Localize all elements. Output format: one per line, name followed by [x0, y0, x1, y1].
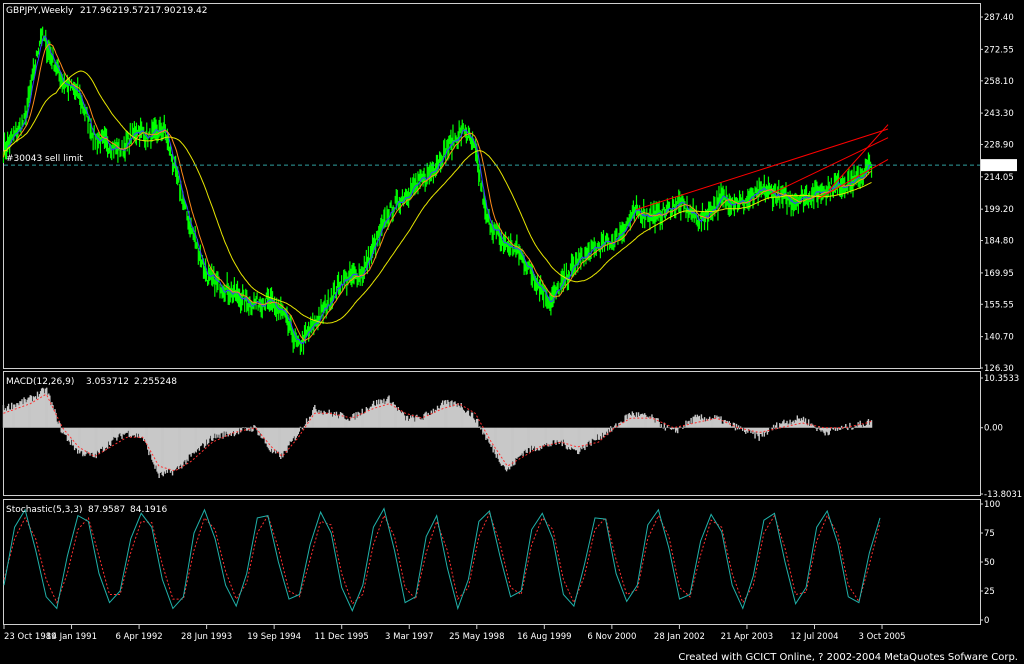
macd-series-layer: [2, 387, 873, 479]
stochastic-axis-label: 75: [984, 529, 995, 539]
time-axis-label: 3 Mar 1997: [385, 632, 433, 642]
stochastic-axis-label: 50: [984, 558, 995, 568]
stochastic-series-layer: [3, 507, 881, 612]
ma-mid-line: [3, 43, 872, 341]
stochastic-panel-title: Stochastic(5,3,3): [6, 505, 83, 515]
time-axis-label: 28 Jun 1993: [181, 632, 232, 642]
ma-slow-line: [3, 70, 872, 324]
time-axis-label: 25 May 1998: [449, 632, 504, 642]
footer-credit: Created with GCICT Online, ? 2002-2004 M…: [678, 652, 1018, 663]
macd-axis-label: -13.8031: [984, 490, 1022, 500]
price-axis-label: 169.95: [984, 269, 1014, 279]
price-axis-label: 214.05: [984, 173, 1014, 183]
time-axis-label: 16 Aug 1999: [517, 632, 571, 642]
stochastic-main-line: [3, 507, 881, 612]
stochastic-panel-frame: [3, 499, 981, 625]
time-axis-label: 11 Dec 1995: [315, 632, 369, 642]
price-ohlc-close: 219.42: [176, 6, 208, 16]
price-axis-label: 228.90: [984, 140, 1014, 150]
price-axis-label: 287.40: [984, 13, 1014, 23]
time-axis-label: 6 Nov 2000: [587, 632, 636, 642]
stochastic-axis-label: 100: [984, 500, 1000, 510]
time-axis-label: 28 Jan 2002: [654, 632, 705, 642]
current-price-label: 219.42: [984, 162, 1014, 172]
macd-value-signal: 2.255248: [134, 377, 177, 387]
macd-axis-label: 10.3533: [984, 374, 1019, 384]
time-axis-label: 21 Apr 2003: [721, 632, 774, 642]
ma-fast-line: [3, 35, 872, 345]
price-ohlc-high: 219.57: [112, 6, 144, 16]
stochastic-axis-label: 25: [984, 587, 995, 597]
price-panel-title: GBPJPY,Weekly: [6, 6, 74, 16]
time-axis-label: 12 Jul 2004: [790, 632, 838, 642]
price-ohlc-open: 217.96: [80, 6, 112, 16]
price-axis-label: 126.30: [984, 364, 1014, 374]
price-series-layer: [2, 26, 980, 355]
axis-labels-layer: 287.40 272.55 258.10 243.30 228.90 214.05 199.…: [3, 13, 1022, 642]
price-axis-label: 258.10: [984, 77, 1014, 87]
price-axis-label: 155.55: [984, 300, 1014, 310]
stochastic-value-main: 87.9587: [88, 505, 125, 515]
time-axis-label: 6 Apr 1992: [116, 632, 163, 642]
price-axis-label: 243.30: [984, 109, 1014, 119]
price-axis-label: 184.80: [984, 237, 1014, 247]
macd-axis-label: 0.00: [984, 424, 1003, 434]
trading-chart[interactable]: 287.40 272.55 258.10 243.30 228.90 214.05 199.…: [0, 0, 1024, 664]
price-ohlc-low: 217.90: [144, 6, 176, 16]
macd-panel-title: MACD(12,26,9): [6, 377, 74, 387]
price-axis-label: 272.55: [984, 45, 1014, 55]
order-label: #30043 sell limit: [6, 154, 83, 164]
price-axis-label: 199.20: [984, 205, 1014, 215]
price-axis-label: 140.70: [984, 333, 1014, 343]
macd-value-main: 3.053712: [86, 377, 129, 387]
stochastic-axis-label: 0: [984, 616, 989, 626]
trendline: [635, 128, 889, 211]
time-axis-label: 3 Oct 2005: [858, 632, 905, 642]
time-axis-label: 19 Sep 1994: [247, 632, 301, 642]
time-axis-label: 14 Jan 1991: [46, 632, 97, 642]
stochastic-value-signal: 84.1916: [130, 505, 167, 515]
